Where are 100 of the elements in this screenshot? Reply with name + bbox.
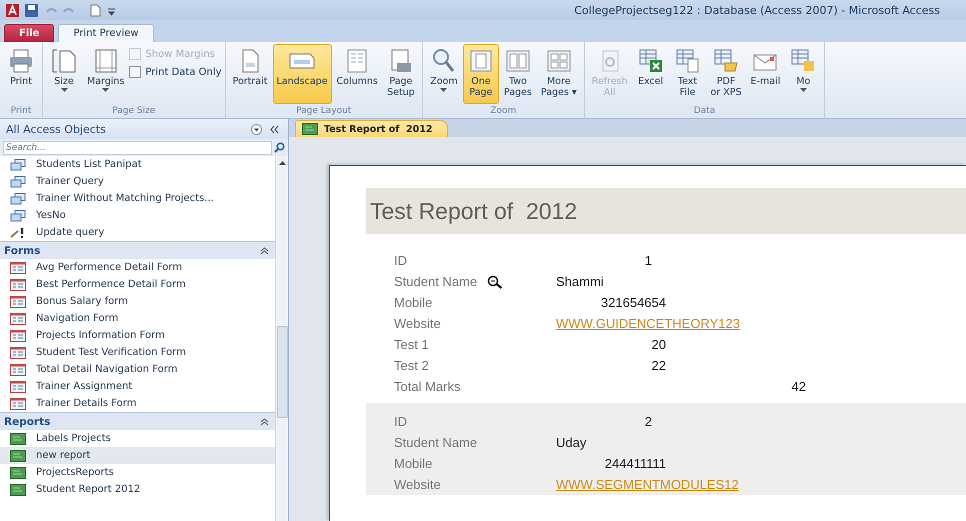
form-icon <box>10 312 26 324</box>
field-label: Test 1 <box>394 337 430 352</box>
nav-item[interactable]: Bonus Salary form <box>0 293 275 310</box>
ribbon-button[interactable]: Print <box>3 44 39 104</box>
field-value: 20 <box>652 337 666 352</box>
ribbon-button[interactable]: Excel <box>632 44 669 104</box>
section-title: Forms <box>4 244 42 256</box>
ribbon-button[interactable]: Portrait <box>228 44 272 104</box>
field-label: ID <box>394 414 408 429</box>
collapse-chevron-icon <box>260 418 269 426</box>
search-field[interactable]: Search... <box>3 140 272 154</box>
group-label: Page Layout <box>295 106 352 118</box>
nav-item[interactable]: YesNo <box>0 207 275 224</box>
form-icon <box>10 380 26 392</box>
page-size-icon <box>50 47 78 75</box>
field-value: 244411111 <box>604 456 666 471</box>
ribbon-button[interactable]: Columns <box>332 44 382 104</box>
nav-item[interactable]: Best Performence Detail Form <box>0 276 275 293</box>
section-header[interactable]: Reports <box>0 412 275 430</box>
nav-item[interactable]: ProjectsReports <box>0 464 275 481</box>
save-icon <box>25 4 38 16</box>
query-icon <box>10 210 26 222</box>
group-label: Print <box>10 106 32 118</box>
ribbon-button[interactable]: Zoom <box>426 44 462 104</box>
ribbon-button[interactable]: Size <box>46 44 82 104</box>
ribbon-button[interactable]: E-mail <box>746 44 784 104</box>
section-header[interactable]: Forms <box>0 241 275 259</box>
report-icon <box>10 450 26 462</box>
form-icon <box>10 364 26 376</box>
field-label: Test 2 <box>394 358 430 373</box>
field-value: 1 <box>644 253 652 268</box>
document-tab[interactable]: Test Report of 2012 <box>295 120 448 137</box>
file-tab[interactable]: File <box>4 24 54 42</box>
field-value: 321654654 <box>600 295 666 310</box>
field-label: ID <box>394 253 408 268</box>
nav-item[interactable]: Trainer Query <box>0 173 275 190</box>
ribbon-button[interactable]: Two Pages <box>500 44 536 104</box>
scrollbar[interactable] <box>275 156 288 521</box>
excel-export-icon <box>636 47 665 75</box>
ribbon-button[interactable]: PDF or XPS <box>706 44 746 104</box>
scroll-thumb[interactable] <box>276 326 288 418</box>
query-icon <box>10 158 26 170</box>
nav-item[interactable]: Avg Performence Detail Form <box>0 259 275 276</box>
nav-item[interactable]: Trainer Assignment <box>0 378 275 395</box>
nav-item[interactable]: Update query <box>0 224 275 241</box>
nav-item[interactable]: Projects Information Form <box>0 327 275 344</box>
query-icon <box>10 176 26 188</box>
ribbon-button[interactable]: Text File <box>670 44 706 104</box>
report-icon <box>302 123 318 135</box>
report-icon <box>10 432 26 444</box>
checkbox-option[interactable]: Print Data Only <box>129 66 222 78</box>
field-label: Total Marks <box>394 379 462 394</box>
form-icon <box>10 398 26 410</box>
nav-item[interactable]: Trainer Without Matching Projects... <box>0 190 275 207</box>
nav-item[interactable]: Students List Panipat <box>0 156 275 173</box>
form-icon <box>10 346 26 358</box>
form-icon <box>10 278 26 290</box>
query-icon <box>10 192 26 204</box>
nav-item[interactable]: Navigation Form <box>0 310 275 327</box>
field-label: Student Name <box>394 435 478 450</box>
ribbon-button[interactable]: Mo <box>785 44 822 104</box>
ribbon-button[interactable]: Margins <box>83 44 128 104</box>
nav-item[interactable]: new report <box>0 447 275 464</box>
field-label: Website <box>394 477 442 492</box>
ribbon-button[interactable]: One Page <box>462 44 499 104</box>
field-label: Mobile <box>394 456 434 471</box>
form-icon <box>10 296 26 308</box>
zoom-cursor-icon <box>487 274 504 288</box>
nav-item[interactable]: Trainer Details Form <box>0 395 275 412</box>
window-title: CollegeProjectseg122 : Database (Access 2007) - Microsoft Access <box>574 4 940 16</box>
access-logo-icon <box>6 4 19 16</box>
report-icon <box>10 466 26 478</box>
field-value: Uday <box>556 435 586 450</box>
field-label: Student Name <box>394 274 478 289</box>
nav-item[interactable]: Labels Projects <box>0 430 275 447</box>
dropdown-icon[interactable] <box>251 124 262 134</box>
scroll-up-icon <box>278 160 286 166</box>
nav-item[interactable]: Student Report 2012 <box>0 481 275 498</box>
collapse-chevron-icon <box>260 246 269 254</box>
form-icon <box>10 330 26 342</box>
pencil-exclamation-icon <box>10 226 26 238</box>
nav-item[interactable]: Total Detail Navigation Form <box>0 361 275 378</box>
search-icon[interactable] <box>274 142 285 153</box>
group-label: Zoom <box>489 106 518 118</box>
field-value: 42 <box>792 379 806 394</box>
group-label: Page Size <box>111 106 156 118</box>
printer-icon <box>7 47 35 75</box>
field-label: Mobile <box>394 295 434 310</box>
nav-item[interactable]: Student Test Verification Form <box>0 344 275 361</box>
form-icon <box>10 262 26 274</box>
report-title: Test Report of 2012 <box>370 198 578 224</box>
ribbon-tab[interactable]: Print Preview <box>58 24 154 42</box>
ribbon-button[interactable]: Page Setup <box>382 44 419 104</box>
report-icon <box>10 484 26 496</box>
group-label: Data <box>692 106 716 118</box>
document-icon <box>90 4 101 16</box>
ribbon-button[interactable]: More Pages ▾ <box>536 44 581 104</box>
ribbon-button[interactable]: Landscape <box>272 44 332 104</box>
pane-title: All Access Objects <box>6 122 107 136</box>
field-value: 2 <box>644 414 652 429</box>
